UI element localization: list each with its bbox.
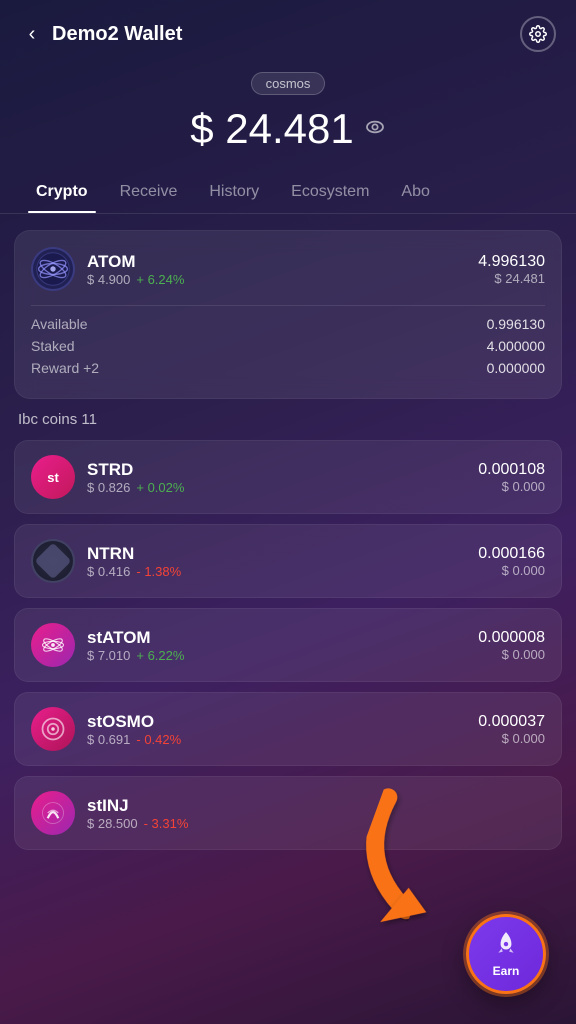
stinj-card[interactable]: stINJ $ 28.500 - 3.31% [14,776,562,850]
stinj-change: - 3.31% [144,816,189,831]
available-value: 0.996130 [487,316,545,332]
statom-price: $ 7.010 [87,648,130,663]
strd-left: st STRD $ 0.826 + 0.02% [31,455,184,499]
stosmo-name: stOSMO [87,712,181,732]
statom-name: stATOM [87,628,184,648]
statom-card[interactable]: stATOM $ 7.010 + 6.22% 0.000008 $ 0.000 [14,608,562,682]
staked-value: 4.000000 [487,338,545,354]
statom-amount: 0.000008 [478,629,545,647]
staked-label: Staked [31,338,75,354]
stosmo-value: $ 0.000 [478,731,545,746]
tab-receive[interactable]: Receive [104,173,194,213]
atom-price: $ 4.900 [87,272,130,287]
stosmo-amount: 0.000037 [478,713,545,731]
strd-right: 0.000108 $ 0.000 [478,461,545,494]
stinj-left: stINJ $ 28.500 - 3.31% [31,791,188,835]
earn-button[interactable]: Earn [466,914,546,994]
stinj-name: stINJ [87,796,188,816]
balance-section: cosmos $ 24.481 [0,60,576,173]
statom-value: $ 0.000 [478,647,545,662]
main-content: ATOM $ 4.900 + 6.24% 4.996130 $ 24.481 A… [0,214,576,876]
atom-name-section: ATOM $ 4.900 + 6.24% [87,252,184,287]
eye-icon[interactable] [364,119,386,140]
ntrn-left: NTRN $ 0.416 - 1.38% [31,539,181,583]
ntrn-price: $ 0.416 [87,564,130,579]
available-row: Available 0.996130 [31,316,545,332]
stosmo-icon [31,707,75,751]
statom-icon [31,623,75,667]
staked-row: Staked 4.000000 [31,338,545,354]
atom-card[interactable]: ATOM $ 4.900 + 6.24% 4.996130 $ 24.481 A… [14,230,562,399]
balance-value: $ 24.481 [190,105,354,153]
statom-price-row: $ 7.010 + 6.22% [87,648,184,663]
ibc-header: Ibc coins 11 [18,411,558,428]
tabs-row: Crypto Receive History Ecosystem Abo [0,173,576,214]
stosmo-price-row: $ 0.691 - 0.42% [87,732,181,747]
tab-about[interactable]: Abo [385,173,445,213]
atom-name: ATOM [87,252,184,272]
header: ‹ Demo2 Wallet [0,0,576,60]
strd-card[interactable]: st STRD $ 0.826 + 0.02% 0.000108 $ 0.000 [14,440,562,514]
settings-button[interactable] [520,16,556,52]
statom-info: stATOM $ 7.010 + 6.22% [87,628,184,663]
ntrn-change: - 1.38% [136,564,181,579]
atom-change: + 6.24% [136,272,184,287]
strd-value: $ 0.000 [478,479,545,494]
strd-icon: st [31,455,75,499]
statom-right: 0.000008 $ 0.000 [478,629,545,662]
ntrn-card[interactable]: NTRN $ 0.416 - 1.38% 0.000166 $ 0.000 [14,524,562,598]
statom-left: stATOM $ 7.010 + 6.22% [31,623,184,667]
atom-amount: 4.996130 [478,253,545,271]
statom-change: + 6.22% [136,648,184,663]
stosmo-price: $ 0.691 [87,732,130,747]
stosmo-right: 0.000037 $ 0.000 [478,713,545,746]
back-arrow-icon: ‹ [20,22,44,46]
atom-value: $ 24.481 [478,271,545,286]
stosmo-change: - 0.42% [136,732,181,747]
ntrn-name: NTRN [87,544,181,564]
stinj-icon [31,791,75,835]
stinj-price: $ 28.500 [87,816,138,831]
reward-row: Reward +2 0.000000 [31,360,545,376]
reward-value: 0.000000 [487,360,545,376]
tab-ecosystem[interactable]: Ecosystem [275,173,385,213]
back-button[interactable]: ‹ Demo2 Wallet [20,22,182,46]
ntrn-info: NTRN $ 0.416 - 1.38% [87,544,181,579]
strd-change: + 0.02% [136,480,184,495]
atom-details: Available 0.996130 Staked 4.000000 Rewar… [31,305,545,376]
strd-amount: 0.000108 [478,461,545,479]
strd-price: $ 0.826 [87,480,130,495]
reward-label: Reward +2 [31,360,99,376]
tab-crypto[interactable]: Crypto [20,173,104,213]
available-label: Available [31,316,88,332]
ntrn-right: 0.000166 $ 0.000 [478,545,545,578]
balance-amount: $ 24.481 [20,105,556,153]
atom-left: ATOM $ 4.900 + 6.24% [31,247,184,291]
ntrn-inner-shape [35,543,72,580]
ntrn-amount: 0.000166 [478,545,545,563]
atom-icon [31,247,75,291]
ntrn-value: $ 0.000 [478,563,545,578]
atom-row: ATOM $ 4.900 + 6.24% 4.996130 $ 24.481 [31,247,545,291]
earn-label: Earn [493,964,520,978]
stosmo-card[interactable]: stOSMO $ 0.691 - 0.42% 0.000037 $ 0.000 [14,692,562,766]
network-badge: cosmos [251,72,326,95]
wallet-title: Demo2 Wallet [52,23,182,46]
stinj-price-row: $ 28.500 - 3.31% [87,816,188,831]
tab-history[interactable]: History [193,173,275,213]
strd-info: STRD $ 0.826 + 0.02% [87,460,184,495]
stosmo-info: stOSMO $ 0.691 - 0.42% [87,712,181,747]
atom-price-row: $ 4.900 + 6.24% [87,272,184,287]
strd-price-row: $ 0.826 + 0.02% [87,480,184,495]
stosmo-left: stOSMO $ 0.691 - 0.42% [31,707,181,751]
ntrn-price-row: $ 0.416 - 1.38% [87,564,181,579]
atom-right: 4.996130 $ 24.481 [478,253,545,286]
stinj-info: stINJ $ 28.500 - 3.31% [87,796,188,831]
earn-rocket-icon [493,930,519,962]
strd-name: STRD [87,460,184,480]
ntrn-icon [31,539,75,583]
